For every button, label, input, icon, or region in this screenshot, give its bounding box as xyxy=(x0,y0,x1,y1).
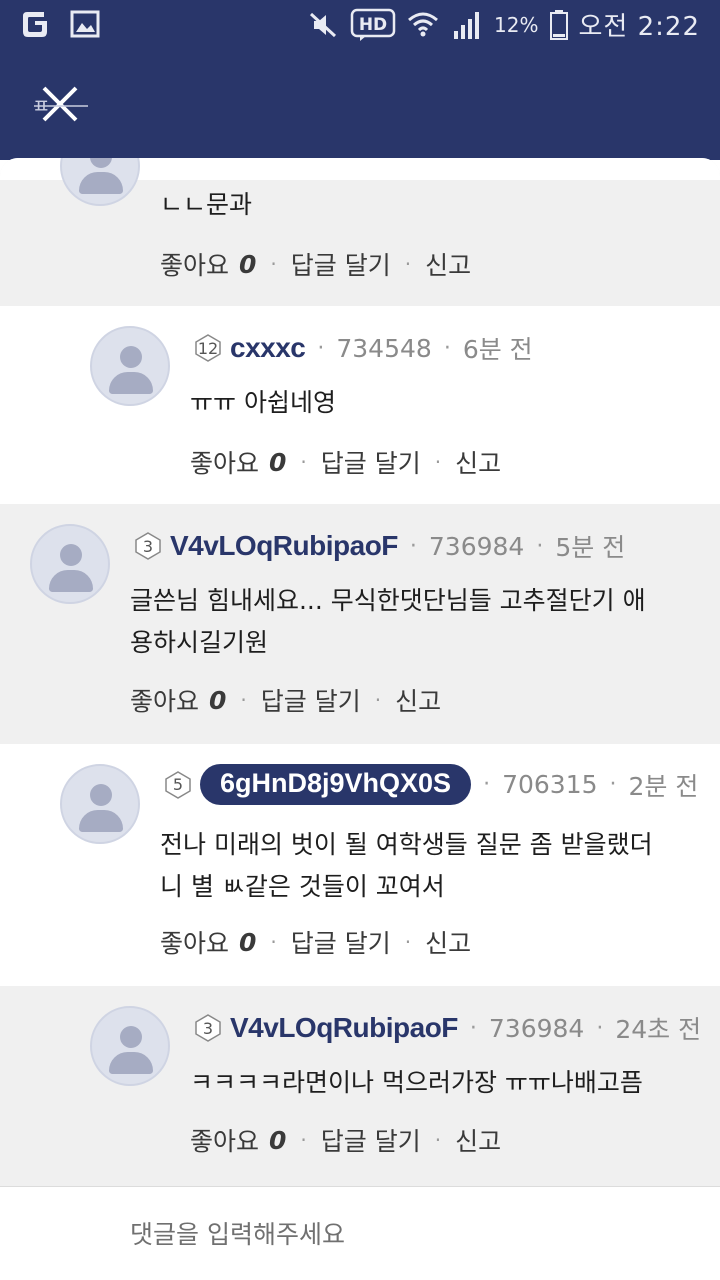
comment-text-line: 전나 미래의 벗이 될 여학생들 질문 좀 받을랬더 xyxy=(160,830,653,859)
report-button[interactable]: 신고 xyxy=(425,924,471,960)
avatar[interactable] xyxy=(90,1006,170,1086)
separator-dot: · xyxy=(300,1128,307,1152)
reply-button[interactable]: 답글 달기 xyxy=(261,682,361,718)
svg-text:HD: HD xyxy=(359,15,387,35)
comment-text-line: 글쓴님 힘내세요... 무식한댓단님들 고추절단기 애 xyxy=(130,586,646,615)
report-button[interactable]: 신고 xyxy=(425,246,471,282)
separator-dot: · xyxy=(536,533,544,559)
like-count: 0 xyxy=(239,927,257,957)
comment-text: 전나 미래의 벗이 될 여학생들 질문 좀 받을랬더 니 별 ㅄ같은 것들이 꼬… xyxy=(160,824,705,908)
like-count: 0 xyxy=(269,1125,287,1155)
avatar[interactable] xyxy=(60,764,140,844)
signal-icon xyxy=(454,11,480,39)
like-button[interactable]: 좋아요 xyxy=(160,924,229,960)
user-points: 706315 xyxy=(502,770,598,799)
comment-meta: 5 6gHnD8j9VhQX0S · 706315 · 2분 전 xyxy=(164,764,698,805)
reply-button[interactable]: 답글 달기 xyxy=(321,444,421,480)
username[interactable]: cxxxc xyxy=(230,332,306,364)
author-username-badge[interactable]: 6gHnD8j9VhQX0S xyxy=(200,764,472,805)
username[interactable]: V4vLOqRubipaoF xyxy=(230,1012,458,1044)
level-badge: 3 xyxy=(194,1014,222,1042)
comment-actions: 좋아요 0 · 답글 달기 · 신고 xyxy=(160,924,471,960)
comments-sheet: ㄴㄴ문과 좋아요 0 · 답글 달기 · 신고 12 cxxxc · 73454… xyxy=(0,158,720,1280)
comment-item: 12 cxxxc · 734548 · 6분 전 ㅠㅠ 아쉽네영 좋아요 0 ·… xyxy=(0,306,720,504)
separator-dot: · xyxy=(434,450,442,474)
close-icon xyxy=(34,86,88,122)
status-bar: HD 12% 오전 2:22 xyxy=(0,0,720,48)
like-button[interactable]: 좋아요 xyxy=(190,444,259,480)
separator-dot: · xyxy=(443,335,451,361)
separator-dot: · xyxy=(596,1015,604,1041)
separator-dot: · xyxy=(270,252,277,276)
like-count: 0 xyxy=(239,249,257,279)
comment-text: ㅋㅋㅋㅋ라면이나 먹으러가장 ㅠㅠ나배고픔 xyxy=(190,1068,643,1097)
comment-actions: 좋아요 0 · 답글 달기 · 신고 xyxy=(190,1122,501,1158)
separator-dot: · xyxy=(469,1015,477,1041)
gallery-icon xyxy=(70,10,100,38)
level-badge: 5 xyxy=(164,770,192,799)
like-button[interactable]: 좋아요 xyxy=(190,1122,259,1158)
clock: 오전 2:22 xyxy=(578,12,700,42)
comment-item: 3 V4vLOqRubipaoF · 736984 · 24초 전 ㅋㅋㅋㅋ라면… xyxy=(0,986,720,1186)
comment-meta: 12 cxxxc · 734548 · 6분 전 xyxy=(194,330,533,366)
level-badge: 12 xyxy=(194,334,222,362)
reply-button[interactable]: 답글 달기 xyxy=(291,924,391,960)
battery-icon xyxy=(549,9,568,40)
comment-meta: 3 V4vLOqRubipaoF · 736984 · 24초 전 xyxy=(194,1010,701,1046)
comment-text: ㅠㅠ 아쉽네영 xyxy=(190,388,336,417)
close-button[interactable]: ㅍ xyxy=(30,84,92,124)
report-button[interactable]: 신고 xyxy=(395,682,441,718)
comment-actions: 좋아요 0 · 답글 달기 · 신고 xyxy=(130,682,441,718)
app-header: ㅍ xyxy=(0,48,720,160)
like-button[interactable]: 좋아요 xyxy=(130,682,199,718)
comment-item: 5 6gHnD8j9VhQX0S · 706315 · 2분 전 전나 미래의 … xyxy=(0,744,720,986)
comment-input[interactable] xyxy=(130,1211,690,1257)
battery-percent: 12% xyxy=(494,12,539,37)
like-count: 0 xyxy=(209,685,227,715)
timestamp: 6분 전 xyxy=(462,335,533,364)
avatar[interactable] xyxy=(30,524,110,604)
separator-dot: · xyxy=(434,1128,442,1152)
comment-actions: 좋아요 0 · 답글 달기 · 신고 xyxy=(190,444,501,480)
timestamp: 2분 전 xyxy=(628,771,699,801)
separator-dot: · xyxy=(609,772,617,797)
comment-item: ㄴㄴ문과 좋아요 0 · 답글 달기 · 신고 xyxy=(0,158,720,306)
separator-dot: · xyxy=(409,533,417,559)
separator-dot: · xyxy=(404,930,412,954)
separator-dot: · xyxy=(270,930,277,954)
user-points: 736984 xyxy=(488,1013,585,1043)
comment-text-line: 용하시길기원 xyxy=(130,628,269,657)
username[interactable]: V4vLOqRubipaoF xyxy=(170,530,398,562)
level-badge: 3 xyxy=(134,532,162,560)
comment-input-bar xyxy=(0,1186,720,1280)
separator-dot: · xyxy=(317,335,325,361)
avatar[interactable] xyxy=(90,326,170,406)
like-button[interactable]: 좋아요 xyxy=(160,246,229,282)
user-points: 736984 xyxy=(428,531,525,561)
separator-dot: · xyxy=(483,772,491,797)
timestamp: 5분 전 xyxy=(555,533,626,562)
comment-text: ㄴㄴ문과 xyxy=(160,190,253,219)
user-points: 734548 xyxy=(336,333,432,363)
wifi-icon xyxy=(408,12,439,36)
comment-text: 글쓴님 힘내세요... 무식한댓단님들 고추절단기 애 용하시길기원 xyxy=(130,580,700,664)
comment-item: 3 V4vLOqRubipaoF · 736984 · 5분 전 글쓴님 힘내세… xyxy=(0,504,720,744)
app-logo-icon xyxy=(23,12,47,37)
reply-button[interactable]: 답글 달기 xyxy=(291,246,391,282)
comment-text-line: 니 별 ㅄ같은 것들이 꼬여서 xyxy=(160,872,445,901)
mute-icon xyxy=(310,12,337,37)
avatar[interactable] xyxy=(60,158,140,206)
separator-dot: · xyxy=(374,688,382,712)
separator-dot: · xyxy=(404,252,412,276)
reply-button[interactable]: 답글 달기 xyxy=(321,1122,421,1158)
separator-dot: · xyxy=(240,688,247,712)
comment-meta: 3 V4vLOqRubipaoF · 736984 · 5분 전 xyxy=(134,528,625,564)
comment-actions: 좋아요 0 · 답글 달기 · 신고 xyxy=(160,246,471,282)
separator-dot: · xyxy=(300,450,307,474)
report-button[interactable]: 신고 xyxy=(455,1122,501,1158)
like-count: 0 xyxy=(269,447,287,477)
timestamp: 24초 전 xyxy=(615,1015,702,1044)
report-button[interactable]: 신고 xyxy=(455,444,501,480)
hd-icon: HD xyxy=(350,8,396,41)
